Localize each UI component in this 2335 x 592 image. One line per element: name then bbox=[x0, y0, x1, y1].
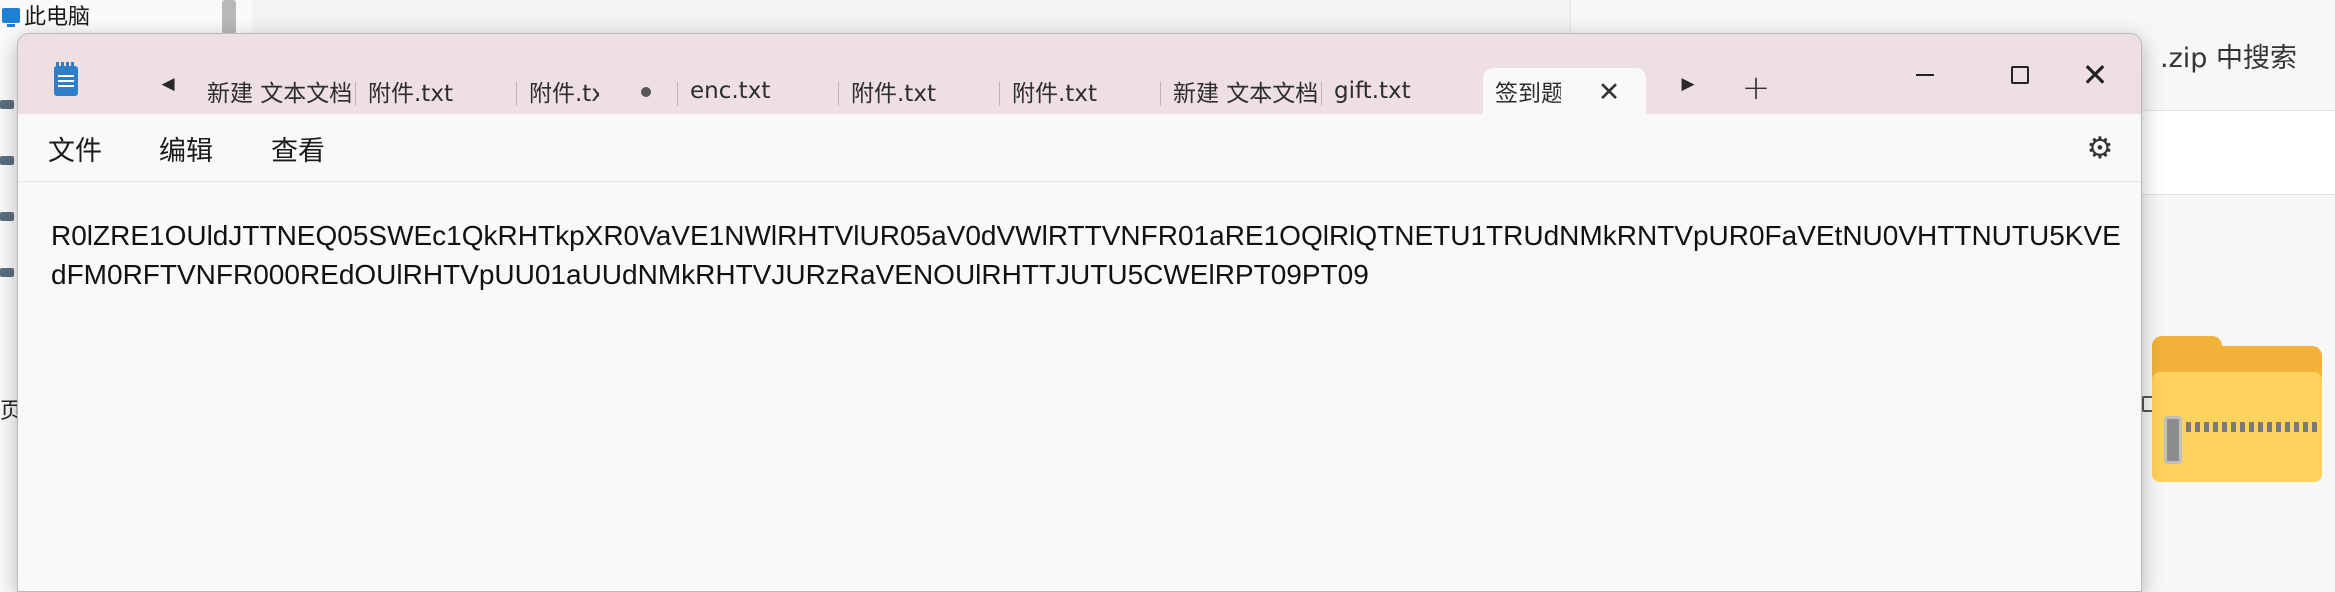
tab-label: 签到题 bbox=[1495, 81, 1561, 107]
maximize-icon bbox=[2011, 66, 2029, 84]
network-icon[interactable] bbox=[0, 268, 14, 277]
tab-label: 附件.txt bbox=[1012, 81, 1097, 107]
tab-label: enc.txt bbox=[690, 78, 771, 104]
tab-scroll-right-button[interactable]: ▶ bbox=[1658, 62, 1718, 106]
menu-edit[interactable]: 编辑 bbox=[159, 114, 213, 182]
explorer-search-box[interactable]: .zip 中搜索 bbox=[2160, 36, 2297, 75]
tab-label: 附件.txt bbox=[368, 81, 453, 107]
drive-icon[interactable] bbox=[0, 212, 14, 221]
menu-file[interactable]: 文件 bbox=[48, 114, 102, 182]
zip-folder-icon[interactable] bbox=[2152, 336, 2322, 482]
drive-icon[interactable] bbox=[0, 100, 14, 109]
menu-bar: 文件 编辑 查看 ⚙ bbox=[18, 114, 2141, 182]
tab-attachment-2-unsaved[interactable]: 附件.txt bbox=[517, 68, 677, 114]
tab-signin-active[interactable]: 签到题 ✕ bbox=[1483, 68, 1646, 114]
menu-view[interactable]: 查看 bbox=[271, 114, 325, 182]
nav-scrollbar[interactable] bbox=[222, 0, 236, 34]
maximize-button[interactable] bbox=[1984, 52, 2056, 98]
tab-gift[interactable]: gift.txt bbox=[1322, 68, 1482, 114]
close-window-button[interactable]: ✕ bbox=[2059, 52, 2131, 98]
settings-gear-icon[interactable]: ⚙ bbox=[2078, 126, 2122, 170]
notepad-window: ◀ 新建 文本文档 附件.txt 附件.txt enc.txt 附件.txt 附… bbox=[17, 33, 2142, 592]
minimize-icon bbox=[1916, 74, 1934, 76]
nav-drive-icons bbox=[0, 100, 18, 324]
tab-attachment-3[interactable]: 附件.txt bbox=[839, 68, 999, 114]
new-tab-button[interactable]: + bbox=[1734, 66, 1778, 110]
tab-label: 附件.txt bbox=[529, 81, 599, 107]
drive-icon[interactable] bbox=[0, 156, 14, 165]
tab-scroll-left-button[interactable]: ◀ bbox=[138, 62, 198, 106]
unsaved-dot-icon bbox=[641, 87, 651, 97]
tab-close-icon[interactable]: ✕ bbox=[1592, 75, 1626, 109]
editor-content[interactable]: R0lZRE1OUldJTTNEQ05SWEc1QkRHTkpXR0VaVE1N… bbox=[51, 216, 2121, 294]
tab-new-text-doc-2[interactable]: 新建 文本文档 bbox=[1161, 68, 1321, 114]
tab-label: 新建 文本文档 bbox=[1173, 81, 1319, 107]
title-bar[interactable]: ◀ 新建 文本文档 附件.txt 附件.txt enc.txt 附件.txt 附… bbox=[18, 34, 2141, 114]
minimize-button[interactable] bbox=[1889, 52, 1961, 98]
tab-label: 新建 文本文档 bbox=[207, 81, 353, 107]
tab-label: gift.txt bbox=[1334, 78, 1411, 104]
computer-icon bbox=[2, 7, 20, 27]
tab-attachment-4[interactable]: 附件.txt bbox=[1000, 68, 1160, 114]
text-editor-area[interactable]: R0lZRE1OUldJTTNEQ05SWEc1QkRHTkpXR0VaVE1N… bbox=[18, 182, 2141, 591]
tab-label: 附件.txt bbox=[851, 81, 936, 107]
nav-item-this-pc[interactable]: 此电脑 bbox=[0, 0, 252, 30]
tab-new-text-doc-1[interactable]: 新建 文本文档 bbox=[195, 68, 355, 114]
notepad-app-icon bbox=[54, 62, 78, 96]
nav-item-label: 此电脑 bbox=[24, 5, 91, 30]
tab-enc[interactable]: enc.txt bbox=[678, 68, 838, 114]
tab-attachment-1[interactable]: 附件.txt bbox=[356, 68, 516, 114]
